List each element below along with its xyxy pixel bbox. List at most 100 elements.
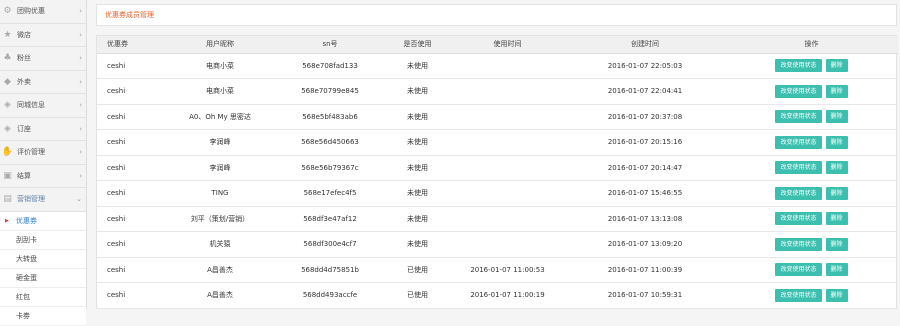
main-content: 优惠券成员管理 优惠券 用户昵称 sn号 是否使用 使用时间 创建时间 操作 c… — [88, 0, 900, 309]
change-status-button[interactable]: 改变使用状态 — [775, 288, 822, 302]
sidebar-item-booking[interactable]: ◈ 订座 › — [0, 118, 86, 141]
column-header-nickname: 用户昵称 — [165, 36, 275, 54]
used-status-cell: 未使用 — [407, 112, 428, 121]
actions-cell: 改变使用状态 删除 — [725, 130, 898, 156]
table-row: ceshi 李润峰 568e56b79367c 未使用 2016-01-07 20:14… — [97, 155, 898, 181]
sn-cell: 568e5bf483ab6 — [302, 112, 358, 121]
sidebar-item-label: 同城信息 — [17, 101, 45, 110]
coupon-cell: ceshi — [107, 87, 126, 96]
used-status-cell: 未使用 — [407, 240, 428, 249]
sidebar-item-marketing[interactable]: ▤ 营销管理 ⌄ — [0, 188, 86, 212]
image-icon: ▣ — [3, 170, 12, 181]
used-status-cell: 未使用 — [407, 189, 428, 198]
table-row: ceshi 电商小菜 568e70799e845 未使用 2016-01-07 22:0… — [97, 79, 898, 105]
delete-button[interactable]: 删除 — [825, 110, 848, 124]
used-time-cell — [450, 155, 565, 181]
chevron-right-icon: › — [79, 77, 82, 86]
table-row: ceshi A昌善杰 568dd493accfe 已使用 2016-01-07 11:0… — [97, 283, 898, 309]
tag-icon: ◈ — [4, 123, 11, 134]
sidebar-item-label: 微店 — [17, 30, 31, 39]
sidebar-item-label: 外卖 — [17, 77, 31, 86]
change-status-button[interactable]: 改变使用状态 — [775, 212, 822, 226]
created-time-cell: 2016-01-07 11:00:39 — [607, 265, 683, 274]
submenu-item-coupon[interactable]: ▶ 优惠券 — [0, 211, 86, 231]
fans-icon: ♣ — [3, 53, 12, 64]
sidebar-item-label: 评价管理 — [17, 148, 45, 157]
submenu-item-card-coupon[interactable]: 卡劵 — [0, 306, 86, 326]
delete-button[interactable]: 删除 — [825, 84, 848, 98]
used-status-cell: 未使用 — [407, 163, 428, 172]
actions-cell: 改变使用状态 删除 — [725, 53, 898, 79]
submenu-item-scratch-card[interactable]: 刮刮卡 — [0, 230, 86, 250]
nickname-cell: A昌善杰 — [207, 265, 233, 274]
used-time-cell — [450, 53, 565, 79]
sidebar-item-label: 团购优惠 — [17, 7, 45, 16]
created-time-cell: 2016-01-07 10:59:31 — [607, 291, 683, 300]
sidebar-item-label: 订座 — [17, 124, 31, 133]
chevron-right-icon: › — [79, 171, 82, 180]
submenu-item-golden-egg[interactable]: 砸金蛋 — [0, 268, 86, 288]
actions-cell: 改变使用状态 删除 — [725, 283, 898, 309]
change-status-button[interactable]: 改变使用状态 — [775, 84, 822, 98]
submenu-item-label: 优惠券 — [16, 216, 37, 225]
nickname-cell: TING — [211, 189, 229, 198]
sn-cell: 568dd4d75851b — [301, 265, 359, 274]
delete-button[interactable]: 删除 — [825, 186, 848, 200]
submenu-item-lucky-wheel[interactable]: 大转盘 — [0, 249, 86, 269]
delete-button[interactable]: 删除 — [825, 161, 848, 175]
change-status-button[interactable]: 改变使用状态 — [775, 135, 822, 149]
delete-button[interactable]: 删除 — [825, 135, 848, 149]
used-status-cell: 未使用 — [407, 87, 428, 96]
column-header-actions: 操作 — [725, 36, 898, 54]
star-icon: ★ — [3, 29, 12, 40]
nickname-cell: 刘平（策划/营销） — [190, 214, 250, 223]
change-status-button[interactable]: 改变使用状态 — [775, 59, 822, 73]
actions-cell: 改变使用状态 删除 — [725, 257, 898, 283]
delete-button[interactable]: 删除 — [825, 237, 848, 251]
actions-cell: 改变使用状态 删除 — [725, 104, 898, 130]
change-status-button[interactable]: 改变使用状态 — [775, 237, 822, 251]
table-row: ceshi 机关猿 568df300e4cf7 未使用 2016-01-07 13:09… — [97, 232, 898, 257]
delete-button[interactable]: 删除 — [825, 212, 848, 226]
used-time-cell — [450, 79, 565, 105]
coupon-cell: ceshi — [107, 61, 126, 70]
chevron-right-icon: › — [79, 124, 82, 133]
column-header-created-time: 创建时间 — [565, 36, 725, 54]
sidebar-item-group-buy[interactable]: ⚙ 团购优惠 › — [0, 0, 86, 24]
column-header-used: 是否使用 — [385, 36, 450, 54]
change-status-button[interactable]: 改变使用状态 — [775, 186, 822, 200]
nickname-cell: A0、Oh My 思密达 — [189, 112, 251, 121]
sn-cell: 568df3e47af12 — [303, 214, 357, 223]
sidebar-item-micro-store[interactable]: ★ 微店 › — [0, 24, 86, 47]
column-header-used-time: 使用时间 — [450, 36, 565, 54]
submenu-item-red-packet[interactable]: 红包 — [0, 287, 86, 307]
coupon-members-table: 优惠券 用户昵称 sn号 是否使用 使用时间 创建时间 操作 ceshi 电商小菜… — [97, 36, 898, 309]
coupon-cell: ceshi — [107, 214, 126, 223]
delete-button[interactable]: 删除 — [825, 288, 848, 302]
sn-cell: 568e17efec4f5 — [303, 189, 357, 198]
nickname-cell: 李润峰 — [209, 163, 231, 172]
marketing-submenu: ▶ 优惠券 刮刮卡 大转盘 砸金蛋 红包 卡劵 — [0, 211, 86, 326]
sidebar-item-settlement[interactable]: ▣ 结算 › — [0, 165, 86, 188]
sidebar-item-takeout[interactable]: ◆ 外卖 › — [0, 71, 86, 94]
delete-button[interactable]: 删除 — [825, 263, 848, 277]
created-time-cell: 2016-01-07 20:37:08 — [607, 112, 683, 121]
table-row: ceshi A0、Oh My 思密达 568e5bf483ab6 未使用 2016-01… — [97, 104, 898, 130]
sn-cell: 568df300e4cf7 — [303, 240, 357, 249]
delete-button[interactable]: 删除 — [825, 59, 848, 73]
sidebar-item-reviews[interactable]: ✋ 评价管理 › — [0, 141, 86, 165]
actions-cell: 改变使用状态 删除 — [725, 79, 898, 105]
change-status-button[interactable]: 改变使用状态 — [775, 263, 822, 277]
tag-icon: ◈ — [4, 100, 11, 111]
used-time-cell — [450, 206, 565, 232]
change-status-button[interactable]: 改变使用状态 — [775, 161, 822, 175]
sidebar: ⚙ 团购优惠 › ★ 微店 › ♣ 粉丝 › ◆ 外卖 › ◈ 同城信息 › ◈… — [0, 0, 87, 326]
sidebar-item-city-info[interactable]: ◈ 同城信息 › — [0, 94, 86, 118]
chevron-down-icon: ⌄ — [76, 195, 82, 204]
used-time-cell: 2016-01-07 11:00:19 — [470, 291, 545, 300]
used-status-cell: 已使用 — [407, 291, 428, 300]
chevron-right-icon: › — [79, 101, 82, 110]
table-row: ceshi 刘平（策划/营销） 568df3e47af12 未使用 2016-01-07… — [97, 206, 898, 232]
change-status-button[interactable]: 改变使用状态 — [775, 110, 822, 124]
sidebar-item-fans[interactable]: ♣ 粉丝 › — [0, 47, 86, 71]
